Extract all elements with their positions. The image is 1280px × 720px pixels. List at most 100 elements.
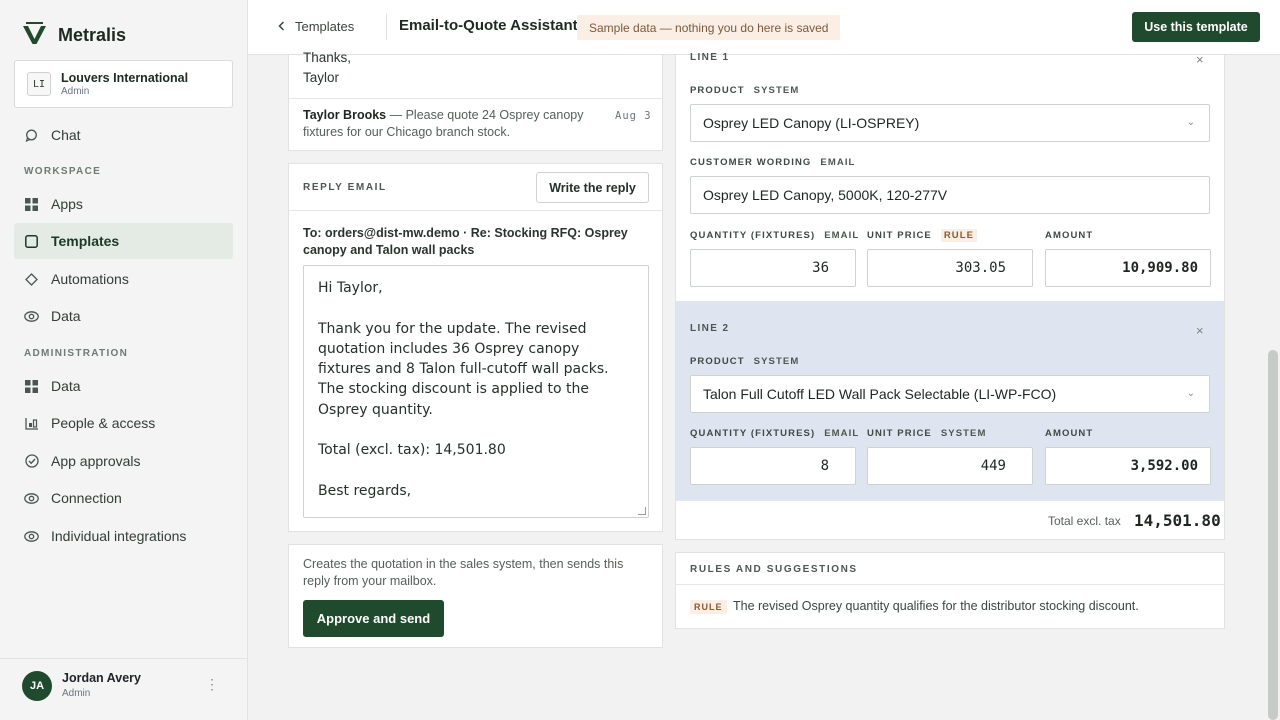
rules-heading: RULES AND SUGGESTIONS — [690, 564, 858, 575]
select-value: Talon Full Cutoff LED Wall Pack Selectab… — [703, 386, 1057, 402]
reply-recipient-subject: To: orders@dist-mw.demo · Re: Stocking R… — [303, 226, 628, 257]
line-1-customer-wording-input[interactable]: Osprey LED Canopy, 5000K, 120-277V — [690, 176, 1210, 214]
template-square-icon — [24, 234, 39, 249]
sidebar-item-connection[interactable]: Connection — [14, 480, 233, 516]
sidebar-item-label: Connection — [51, 490, 122, 506]
total-value: 14,501.80 — [1134, 511, 1221, 530]
resize-handle-icon[interactable] — [638, 507, 646, 515]
line-2-unit-price-input[interactable]: 449 — [867, 447, 1033, 485]
sidebar-item-people-access[interactable]: People & access — [14, 405, 233, 441]
sidebar: Metralis LI Louvers International Admin … — [0, 0, 248, 720]
connection-eye-icon — [24, 491, 39, 506]
back-to-templates-link[interactable]: Templates — [278, 19, 354, 34]
source-tag-system: SYSTEM — [753, 85, 800, 96]
brand[interactable]: Metralis — [22, 22, 126, 48]
reply-body-text: Hi Taylor, Thank you for the update. The… — [318, 280, 609, 499]
data-grid-icon — [24, 379, 39, 394]
sidebar-item-individual-integrations[interactable]: Individual integrations — [14, 518, 233, 554]
integrations-eye-icon — [24, 529, 39, 544]
label-text: PRODUCT — [690, 85, 745, 96]
source-tag-rule: RULE — [940, 229, 978, 242]
sidebar-item-label: Data — [51, 378, 81, 394]
sidebar-item-label: Apps — [51, 196, 83, 212]
select-value: Osprey LED Canopy (LI-OSPREY) — [703, 115, 920, 131]
org-name: Louvers International — [61, 71, 189, 85]
label-text: PRODUCT — [690, 356, 745, 367]
quote-lines-panel: LINE 1 × PRODUCT SYSTEM Osprey LED Canopy… — [675, 52, 1225, 540]
closing-line: Thanks, — [303, 50, 352, 65]
more-vertical-icon[interactable]: ⋮ — [205, 676, 219, 693]
source-tag-email: EMAIL — [824, 230, 860, 241]
previous-message-closing: Thanks, Taylor — [303, 48, 351, 88]
divider — [289, 98, 662, 99]
chat-bubble-icon — [24, 128, 39, 143]
remove-line-1-close-icon[interactable]: × — [1196, 52, 1204, 67]
apps-grid-icon — [24, 197, 39, 212]
people-chart-icon — [24, 416, 39, 431]
thread-message[interactable]: Taylor Brooks — Please quote 24 Osprey c… — [303, 107, 593, 140]
scrollbar-thumb[interactable] — [1268, 350, 1278, 720]
sidebar-item-label: Automations — [51, 271, 129, 287]
line-2-product-select[interactable]: Talon Full Cutoff LED Wall Pack Selectab… — [690, 375, 1210, 413]
page-title: Email-to-Quote Assistant — [399, 17, 578, 34]
sidebar-item-chat[interactable]: Chat — [14, 117, 233, 153]
workspace-section-label: WORKSPACE — [24, 166, 102, 177]
reply-body-textarea[interactable]: Hi Taylor, Thank you for the update. The… — [303, 265, 649, 518]
org-switcher[interactable]: LI Louvers International Admin — [14, 60, 233, 108]
sidebar-item-admin-data[interactable]: Data — [14, 368, 233, 404]
sidebar-item-label: Templates — [51, 233, 120, 249]
total-label: Total excl. tax — [1048, 514, 1121, 528]
sidebar-item-data[interactable]: Data — [14, 298, 233, 334]
user-role: Admin — [62, 688, 91, 699]
source-tag-email: EMAIL — [824, 428, 860, 439]
sidebar-item-app-approvals[interactable]: App approvals — [14, 443, 233, 479]
brand-name: Metralis — [58, 24, 127, 45]
sidebar-item-label: Chat — [51, 127, 81, 143]
quantity-label: QUANTITY (FIXTURES) EMAIL — [690, 230, 859, 241]
line-2-quantity-input[interactable]: 8 — [690, 447, 856, 485]
rule-tag: RULE — [690, 600, 727, 614]
sidebar-item-label: Individual integrations — [51, 528, 187, 544]
user-profile[interactable]: JA Jordan Avery Admin ⋮ — [0, 658, 247, 720]
divider — [289, 210, 662, 211]
sample-data-notice: Sample data — nothing you do here is sav… — [577, 15, 841, 40]
check-circle-icon — [24, 454, 39, 469]
source-tag-system: SYSTEM — [753, 356, 800, 367]
label-text: CUSTOMER WORDING — [690, 157, 812, 168]
amount-label: AMOUNT — [1045, 428, 1094, 439]
source-tag-email: EMAIL — [820, 157, 856, 168]
email-thread: Thanks, Taylor Taylor Brooks — Please qu… — [288, 50, 663, 151]
reply-email-panel: REPLY EMAIL Write the reply To: orders@d… — [288, 163, 663, 532]
avatar: JA — [22, 671, 52, 701]
sidebar-item-label: Data — [51, 308, 81, 324]
sidebar-item-automations[interactable]: Automations — [14, 261, 233, 297]
customer-wording-label: CUSTOMER WORDING EMAIL — [690, 157, 855, 168]
source-tag-system: SYSTEM — [940, 428, 987, 439]
line-1-quantity-input[interactable]: 36 — [690, 249, 856, 287]
write-reply-button[interactable]: Write the reply — [536, 172, 649, 203]
unit-price-label: UNIT PRICE RULE — [867, 229, 978, 242]
label-text: UNIT PRICE — [867, 230, 932, 241]
line-2-label: LINE 2 — [690, 323, 730, 334]
product-label: PRODUCT SYSTEM — [690, 85, 799, 96]
back-label: Templates — [295, 19, 355, 34]
line-2-amount: 3,592.00 — [1045, 447, 1211, 485]
approve-send-button[interactable]: Approve and send — [303, 600, 444, 637]
message-sender: Taylor Brooks — [303, 108, 387, 122]
sidebar-item-apps[interactable]: Apps — [14, 186, 233, 222]
remove-line-2-close-icon[interactable]: × — [1196, 323, 1204, 338]
divider — [676, 584, 1224, 585]
approve-description: Creates the quotation in the sales syste… — [303, 557, 624, 588]
org-badge: LI — [27, 72, 51, 96]
data-eye-icon — [24, 309, 39, 324]
user-name: Jordan Avery — [62, 671, 141, 685]
reply-heading: REPLY EMAIL — [303, 182, 387, 193]
use-template-button[interactable]: Use this template — [1132, 12, 1260, 42]
line-1-product-select[interactable]: Osprey LED Canopy (LI-OSPREY) ⌄ — [690, 104, 1210, 142]
topbar: Templates Email-to-Quote Assistant Sampl… — [248, 0, 1280, 55]
message-date: Aug 3 — [615, 110, 652, 122]
sidebar-item-label: App approvals — [51, 453, 141, 469]
line-1-unit-price-input[interactable]: 303.05 — [867, 249, 1033, 287]
sidebar-item-templates[interactable]: Templates — [14, 223, 233, 259]
chevron-down-icon: ⌄ — [1186, 117, 1195, 128]
